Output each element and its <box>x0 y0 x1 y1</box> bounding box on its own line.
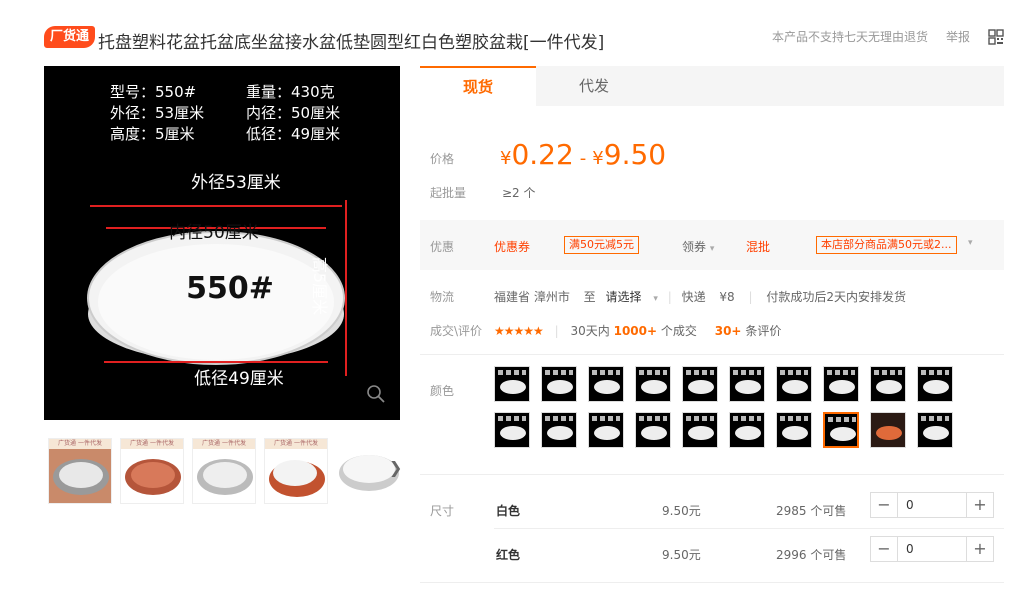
color-swatch[interactable] <box>823 366 859 402</box>
no-return-notice: 本产品不支持七天无理由退货 <box>771 30 928 44</box>
color-swatch[interactable] <box>776 412 812 448</box>
color-swatch[interactable] <box>494 412 530 448</box>
color-swatch[interactable] <box>776 366 812 402</box>
thumbnail-4[interactable]: 广货通 一件代发 <box>264 438 328 504</box>
mix-tag[interactable]: 本店部分商品满50元或2... <box>816 236 957 254</box>
color-swatch[interactable] <box>588 412 624 448</box>
price-max: 9.50 <box>603 138 667 171</box>
color-swatch[interactable] <box>870 412 906 448</box>
thumbnail-3[interactable]: 广货通 一件代发 <box>192 438 256 504</box>
reviews-row: ★★★★★ | 30天内 1000+ 个成交 30+ 条评价 <box>494 324 782 338</box>
sku-name: 红色 <box>496 548 521 562</box>
color-swatch[interactable] <box>588 366 624 402</box>
tab-spot[interactable]: 现货 <box>420 66 536 106</box>
color-swatch[interactable] <box>729 412 765 448</box>
review-count[interactable]: 30+ <box>715 324 742 338</box>
quantity-stepper: − 0 + <box>870 536 994 562</box>
shipping-fee: ¥8 <box>719 290 735 304</box>
main-product-image[interactable]: 型号：550# 外径：53厘米 高度：5厘米 重量：430克 内径：50厘米 低… <box>44 66 400 420</box>
plus-button[interactable]: + <box>967 493 993 517</box>
color-swatch[interactable] <box>823 412 859 448</box>
promo-bar: 优惠 优惠券 满50元减5元 领券 ▾ 混批 本店部分商品满50元或2... ▾ <box>420 220 1004 270</box>
quantity-stepper: − 0 + <box>870 492 994 518</box>
sku-price: 9.50元 <box>662 504 701 518</box>
get-coupon-link[interactable]: 领券 ▾ <box>682 238 714 255</box>
ship-note: 付款成功后2天内安排发货 <box>766 290 907 304</box>
color-swatch[interactable] <box>917 366 953 402</box>
plate-illustration: 外径53厘米 内径50厘米 550# 低径49厘米 高5厘米 <box>87 173 347 389</box>
purchase-panel: 现货 代发 价格 ¥0.22- ¥9.50 起批量 ≥2 个 优惠 优惠券 满50… <box>420 66 1004 583</box>
inner-diameter-label: 内径50厘米 <box>169 223 259 243</box>
bottom-diameter-label: 低径49厘米 <box>194 369 284 389</box>
magnifier-icon[interactable] <box>366 384 386 404</box>
coupon-title: 优惠券 <box>494 240 531 254</box>
color-swatch[interactable] <box>635 366 671 402</box>
destination-select[interactable]: 请选择 <box>606 290 642 304</box>
mode-tabs: 现货 代发 <box>420 66 1004 106</box>
color-swatch[interactable] <box>682 366 718 402</box>
coupon-tag[interactable]: 满50元减5元 <box>564 236 639 254</box>
color-swatch[interactable] <box>682 412 718 448</box>
thumbnail-2[interactable]: 广货通 一件代发 <box>120 438 184 504</box>
sku-row: 红色 9.50元 2996 个可售 − 0 + <box>420 532 1004 576</box>
report-link[interactable]: 举报 <box>946 28 970 45</box>
price-range: ¥0.22- ¥9.50 <box>500 138 667 171</box>
plus-button[interactable]: + <box>967 537 993 561</box>
color-swatch[interactable] <box>494 366 530 402</box>
deal-count: 1000+ <box>613 324 658 338</box>
header-actions: 本产品不支持七天无理由退货 举报 <box>772 28 1004 45</box>
thumbnail-strip: 广货通 一件代发 广货通 一件代发 广货通 一件代发 广货通 一件代发 ❯ <box>44 438 404 508</box>
price-min: 0.22 <box>511 138 574 171</box>
divider <box>420 474 1004 475</box>
color-label: 颜色 <box>430 384 455 398</box>
color-swatch[interactable] <box>870 366 906 402</box>
sku-row: 白色 9.50元 2985 个可售 − 0 + <box>420 488 1004 532</box>
moq-label: 起批量 <box>430 186 467 200</box>
chevron-down-icon[interactable]: ▾ <box>653 294 658 304</box>
height-label: 高5厘米 <box>310 257 329 315</box>
product-title: 托盘塑料花盆托盆底坐盆接水盆低垫圆型红白色塑胶盆栽[一件代发] <box>98 33 605 53</box>
express: 快递 <box>681 290 706 304</box>
product-header: 厂货通 托盘塑料花盆托盆底坐盆接水盆低垫圆型红白色塑胶盆栽[一件代发] 本产品不… <box>44 24 1004 54</box>
quantity-input[interactable]: 0 <box>897 493 967 517</box>
promo-label: 优惠 <box>430 240 455 254</box>
mix-title: 混批 <box>746 240 771 254</box>
logistics-row: 福建省 漳州市 至 请选择 ▾ | 快递 ¥8 | 付款成功后2天内安排发货 <box>494 290 907 304</box>
divider <box>494 528 1004 529</box>
outer-diameter-label: 外径53厘米 <box>191 173 281 193</box>
sku-name: 白色 <box>496 504 521 518</box>
tab-dropship[interactable]: 代发 <box>536 66 652 106</box>
chevron-down-icon[interactable]: ▾ <box>968 238 973 248</box>
logistics-label: 物流 <box>430 290 455 304</box>
qr-code-icon[interactable] <box>988 28 1004 45</box>
thumbnail-1[interactable]: 广货通 一件代发 <box>48 438 112 504</box>
minus-button[interactable]: − <box>871 493 897 517</box>
divider <box>420 354 1004 355</box>
color-swatch[interactable] <box>541 366 577 402</box>
color-swatch[interactable] <box>917 412 953 448</box>
chevron-down-icon: ▾ <box>709 244 715 254</box>
reviews-label: 成交\评价 <box>430 324 483 338</box>
divider <box>420 582 1004 583</box>
color-swatch[interactable] <box>635 412 671 448</box>
brand-badge: 厂货通 <box>44 26 96 48</box>
price-label: 价格 <box>430 152 455 166</box>
origin: 福建省 漳州市 <box>494 290 570 304</box>
sku-stock: 2985 个可售 <box>776 504 847 518</box>
sku-stock: 2996 个可售 <box>776 548 847 562</box>
quantity-input[interactable]: 0 <box>897 537 967 561</box>
color-swatch[interactable] <box>729 366 765 402</box>
sku-price: 9.50元 <box>662 548 701 562</box>
model-label: 550# <box>186 271 274 306</box>
minus-button[interactable]: − <box>871 537 897 561</box>
moq-value: ≥2 个 <box>502 186 536 200</box>
rating-stars: ★★★★★ <box>494 324 544 338</box>
color-swatch[interactable] <box>541 412 577 448</box>
thumbnail-next-icon[interactable]: ❯ <box>389 458 402 477</box>
